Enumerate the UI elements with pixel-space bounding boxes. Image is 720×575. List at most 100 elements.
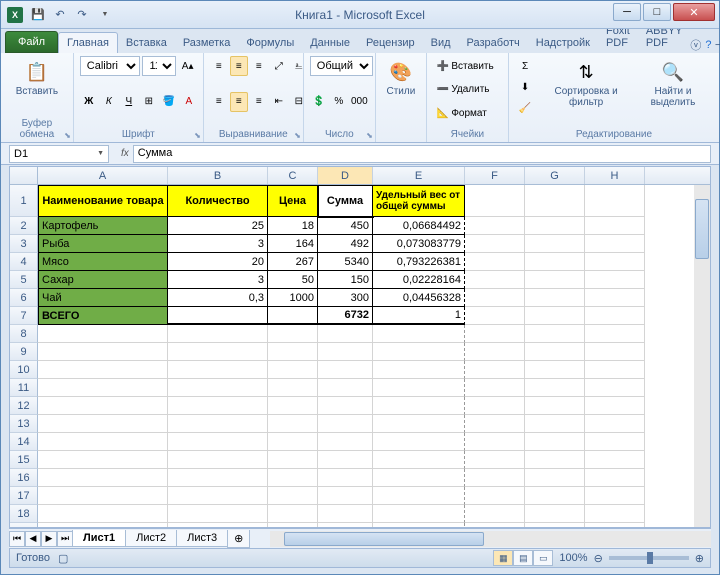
- sort-filter-button[interactable]: ⇅ Сортировка и фильтр: [539, 56, 633, 118]
- row-header[interactable]: 2: [10, 217, 38, 235]
- tab-review[interactable]: Рецензир: [358, 33, 423, 53]
- tab-developer[interactable]: Разработч: [459, 33, 528, 53]
- tab-home[interactable]: Главная: [58, 32, 118, 53]
- col-header-E[interactable]: E: [373, 167, 465, 184]
- select-all-corner[interactable]: [10, 167, 38, 185]
- tab-addins[interactable]: Надстройк: [528, 33, 598, 53]
- fill-color-button[interactable]: 🪣: [160, 92, 178, 112]
- cell-weight[interactable]: 0,06684492: [373, 217, 465, 235]
- col-header-F[interactable]: F: [465, 167, 525, 184]
- save-button[interactable]: 💾: [28, 5, 48, 25]
- cell-name[interactable]: Рыба: [38, 235, 168, 253]
- align-bottom-button[interactable]: ≡: [250, 56, 268, 76]
- cell-qty[interactable]: 20: [168, 253, 268, 271]
- row-header[interactable]: 7: [10, 307, 38, 325]
- autosum-button[interactable]: Σ: [515, 56, 535, 76]
- formula-input[interactable]: Сумма: [133, 145, 711, 163]
- tab-layout[interactable]: Разметка: [175, 33, 239, 53]
- header-weight[interactable]: Удельный вес от общей суммы: [373, 185, 465, 217]
- zoom-level[interactable]: 100%: [559, 552, 587, 564]
- tab-formulas[interactable]: Формулы: [238, 33, 302, 53]
- row-header[interactable]: 5: [10, 271, 38, 289]
- ribbon-minimize-icon[interactable]: ⓥ: [690, 37, 701, 53]
- font-color-button[interactable]: A: [180, 92, 198, 112]
- cell-qty[interactable]: 25: [168, 217, 268, 235]
- delete-cells-button[interactable]: ➖ Удалить: [433, 80, 502, 100]
- cell-sum[interactable]: 300: [318, 289, 373, 307]
- header-sum[interactable]: Сумма: [318, 185, 373, 217]
- font-size-combo[interactable]: 11: [142, 56, 176, 76]
- row-header[interactable]: 10: [10, 361, 38, 379]
- align-right-button[interactable]: ≡: [250, 92, 268, 112]
- header-name[interactable]: Наименование товара: [38, 185, 168, 217]
- close-button[interactable]: ✕: [673, 3, 715, 21]
- fx-button[interactable]: fx: [121, 148, 129, 159]
- row-header[interactable]: 11: [10, 379, 38, 397]
- tab-data[interactable]: Данные: [302, 33, 358, 53]
- row-header[interactable]: 12: [10, 397, 38, 415]
- cell-sum[interactable]: 450: [318, 217, 373, 235]
- help-icon[interactable]: ?: [705, 39, 711, 51]
- header-qty[interactable]: Количество: [168, 185, 268, 217]
- col-header-B[interactable]: B: [168, 167, 268, 184]
- maximize-button[interactable]: □: [643, 3, 671, 21]
- sheet-tab[interactable]: Лист2: [125, 530, 177, 547]
- cell-price[interactable]: 267: [268, 253, 318, 271]
- cell-weight[interactable]: 0,073083779: [373, 235, 465, 253]
- col-header-C[interactable]: C: [268, 167, 318, 184]
- find-select-button[interactable]: 🔍 Найти и выделить: [633, 56, 713, 118]
- percent-button[interactable]: %: [330, 92, 348, 112]
- horizontal-scrollbar[interactable]: [270, 531, 711, 547]
- sheet-tab[interactable]: Лист1: [72, 530, 126, 547]
- row-header[interactable]: 15: [10, 451, 38, 469]
- normal-view-button[interactable]: ▦: [493, 550, 513, 566]
- border-button[interactable]: ⊞: [140, 92, 158, 112]
- cell-price[interactable]: 50: [268, 271, 318, 289]
- cell-name[interactable]: Мясо: [38, 253, 168, 271]
- decrease-indent-button[interactable]: ⇤: [270, 92, 288, 112]
- file-tab[interactable]: Файл: [5, 31, 58, 53]
- row-header[interactable]: 4: [10, 253, 38, 271]
- minimize-button[interactable]: ─: [613, 3, 641, 21]
- cell-weight[interactable]: 0,04456328: [373, 289, 465, 307]
- row-header[interactable]: 14: [10, 433, 38, 451]
- clear-button[interactable]: 🧹: [515, 98, 535, 118]
- align-launcher[interactable]: ⬊: [294, 131, 301, 140]
- font-launcher[interactable]: ⬊: [194, 131, 201, 140]
- col-header-H[interactable]: H: [585, 167, 645, 184]
- row-header[interactable]: 13: [10, 415, 38, 433]
- col-header-G[interactable]: G: [525, 167, 585, 184]
- cell-name[interactable]: Чай: [38, 289, 168, 307]
- undo-button[interactable]: ↶: [50, 5, 70, 25]
- total-sum[interactable]: 6732: [318, 307, 373, 325]
- new-sheet-button[interactable]: ⊕: [227, 530, 250, 548]
- number-launcher[interactable]: ⬊: [366, 131, 373, 140]
- worksheet-grid[interactable]: A B C D E F G H 1 Наименование товара Ко…: [9, 166, 711, 528]
- orientation-button[interactable]: ⤢: [270, 56, 288, 76]
- scroll-thumb[interactable]: [284, 532, 484, 546]
- row-header[interactable]: 17: [10, 487, 38, 505]
- paste-button[interactable]: 📋 Вставить: [7, 56, 67, 101]
- styles-button[interactable]: 🎨 Стили: [382, 56, 420, 101]
- cell-price[interactable]: 164: [268, 235, 318, 253]
- cell-qty[interactable]: 0,3: [168, 289, 268, 307]
- col-header-D[interactable]: D: [318, 167, 373, 184]
- doc-minimize-icon[interactable]: ─: [715, 39, 720, 51]
- vertical-scrollbar[interactable]: [694, 185, 710, 527]
- clipboard-launcher[interactable]: ⬊: [64, 131, 71, 140]
- page-layout-view-button[interactable]: ▤: [513, 550, 533, 566]
- cell-weight[interactable]: 0,02228164: [373, 271, 465, 289]
- name-box[interactable]: D1 ▼: [9, 145, 109, 163]
- zoom-slider[interactable]: [609, 556, 689, 560]
- cell-sum[interactable]: 150: [318, 271, 373, 289]
- row-header[interactable]: 1: [10, 185, 38, 217]
- col-header-A[interactable]: A: [38, 167, 168, 184]
- cell-qty[interactable]: 3: [168, 235, 268, 253]
- sheet-tab[interactable]: Лист3: [176, 530, 228, 547]
- increase-font-button[interactable]: A▴: [178, 56, 196, 76]
- comma-button[interactable]: 000: [350, 92, 369, 112]
- sheet-nav-first[interactable]: ⏮: [9, 531, 25, 547]
- cell-name[interactable]: Сахар: [38, 271, 168, 289]
- align-middle-button[interactable]: ≡: [230, 56, 248, 76]
- cell-price[interactable]: 18: [268, 217, 318, 235]
